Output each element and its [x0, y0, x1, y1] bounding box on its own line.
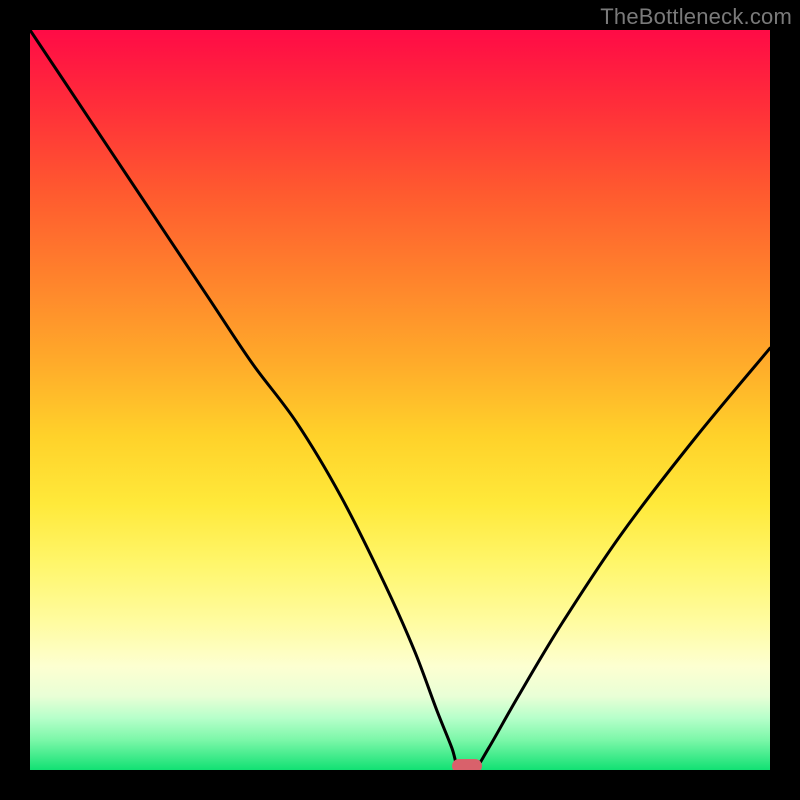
chart-stage: TheBottleneck.com — [0, 0, 800, 800]
curve-svg — [30, 30, 770, 770]
plot-area — [30, 30, 770, 770]
watermark-text: TheBottleneck.com — [600, 4, 792, 30]
bottleneck-curve — [30, 30, 770, 770]
optimal-marker — [452, 759, 482, 770]
